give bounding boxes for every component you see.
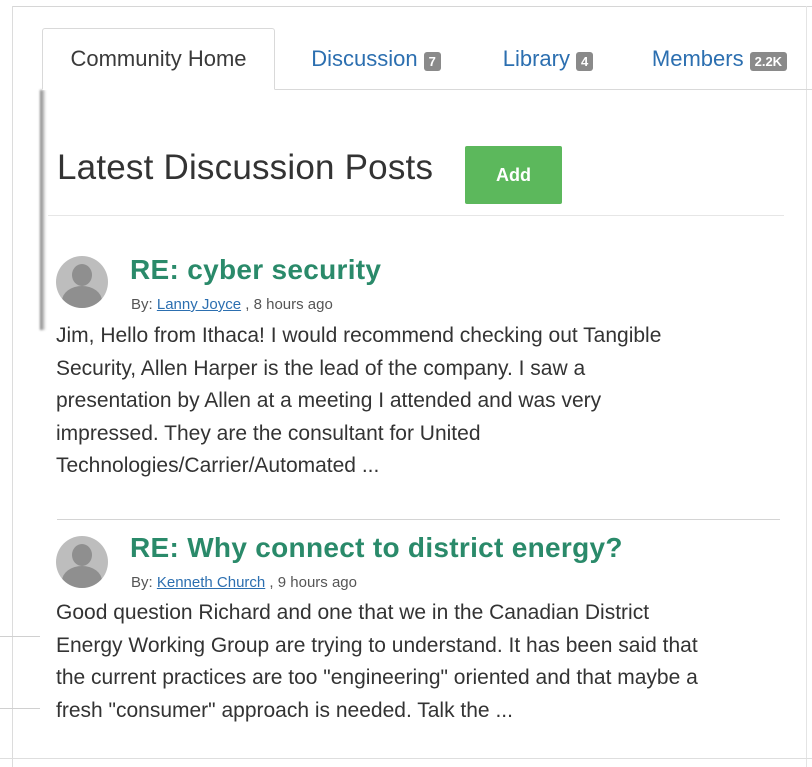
excerpt-line: Energy Working Group are trying to under… <box>56 633 698 657</box>
post-meta: By: Lanny Joyce , 8 hours ago <box>131 296 333 313</box>
post-divider <box>57 519 780 520</box>
frame-border-right <box>806 6 807 767</box>
section-title: Latest Discussion Posts <box>57 148 434 187</box>
excerpt-line: presentation by Allen at a meeting I att… <box>56 389 602 413</box>
post-time: , 9 hours ago <box>265 574 357 591</box>
discussion-count-badge: 7 <box>423 51 441 71</box>
header-divider <box>48 215 784 216</box>
tab-library[interactable]: Library 4 <box>480 28 616 90</box>
post-title-link[interactable]: RE: cyber security <box>130 254 381 286</box>
post-excerpt: Good question Richard and one that we in… <box>56 597 791 727</box>
frame-border-left <box>12 6 13 767</box>
tab-label: Library <box>502 46 570 71</box>
excerpt-line: impressed. They are the consultant for U… <box>56 421 481 445</box>
library-count-badge: 4 <box>576 51 594 71</box>
post-time: , 8 hours ago <box>241 296 333 313</box>
tab-label: Discussion <box>311 46 418 71</box>
excerpt-line: Jim, Hello from Ithaca! I would recommen… <box>56 324 662 347</box>
tab-members[interactable]: Members 2.2K <box>632 28 807 90</box>
community-tabs: Community Home Discussion 7 Library 4 Me… <box>42 28 812 90</box>
tab-community-home[interactable]: Community Home <box>42 28 275 90</box>
tab-label: Community Home <box>70 46 247 71</box>
avatar[interactable] <box>56 256 108 308</box>
avatar[interactable] <box>56 536 108 588</box>
excerpt-line: Good question Richard and one that we in… <box>56 601 650 624</box>
post-excerpt: Jim, Hello from Ithaca! I would recommen… <box>56 320 791 483</box>
panel-shadow <box>40 90 46 330</box>
by-label: By: <box>131 296 153 313</box>
frame-border-top <box>12 6 812 7</box>
post-meta: By: Kenneth Church , 9 hours ago <box>131 574 357 591</box>
excerpt-line: Security, Allen Harper is the lead of th… <box>56 356 586 380</box>
author-link[interactable]: Lanny Joyce <box>157 296 241 313</box>
tab-label: Members <box>651 46 744 71</box>
tab-discussion[interactable]: Discussion 7 <box>286 28 466 90</box>
members-count-badge: 2.2K <box>749 51 788 71</box>
post-title-link[interactable]: RE: Why connect to district energy? <box>130 532 623 564</box>
excerpt-line: the current practices are too "engineeri… <box>56 666 698 690</box>
excerpt-line: Technologies/Carrier/Automated ... <box>56 454 380 478</box>
excerpt-line: fresh "consumer" approach is needed. Tal… <box>56 698 513 722</box>
add-button[interactable]: Add <box>465 146 562 204</box>
author-link[interactable]: Kenneth Church <box>157 574 265 591</box>
by-label: By: <box>131 574 153 591</box>
